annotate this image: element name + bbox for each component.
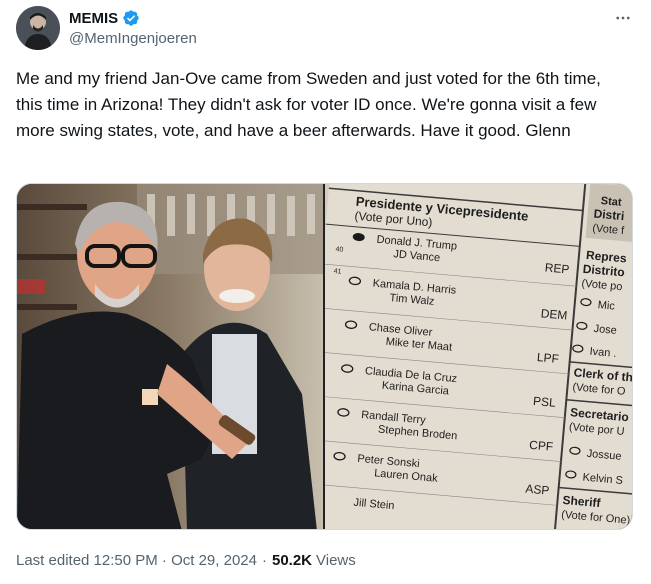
verified-badge-icon (123, 10, 139, 26)
svg-text:Ivan .: Ivan . (589, 346, 617, 360)
svg-text:Mic: Mic (597, 299, 616, 312)
svg-text:LPF: LPF (536, 350, 559, 366)
svg-text:DEM: DEM (540, 306, 568, 322)
more-options-button[interactable] (611, 8, 635, 28)
edited-timestamp[interactable]: Last edited 12:50 PM · Oct 29, 2024 (16, 552, 257, 569)
svg-text:Distri: Distri (593, 206, 625, 223)
svg-text:Jose: Jose (593, 323, 617, 337)
svg-text:CPF: CPF (529, 438, 554, 454)
tweet-text: Me and my friend Jan-Ove came from Swede… (16, 69, 601, 140)
footer-separator: · (261, 552, 267, 569)
more-options-icon (616, 16, 630, 20)
avatar[interactable] (16, 6, 60, 50)
photo-ballot[interactable]: Presidente y Vicepresidente (Vote por Un… (325, 184, 632, 529)
svg-text:PSL: PSL (533, 394, 557, 410)
photo-two-men[interactable] (17, 184, 323, 529)
tweet-media[interactable]: Presidente y Vicepresidente (Vote por Un… (16, 183, 633, 530)
svg-text:REP: REP (544, 260, 570, 276)
tweet-footer: Last edited 12:50 PM · Oct 29, 2024 · 50… (16, 552, 356, 569)
name-row: MEMIS (69, 9, 197, 27)
views-count: 50.2K (271, 552, 313, 569)
svg-text:ASP: ASP (525, 482, 550, 498)
handle[interactable]: @MemIngenjoeren (69, 30, 197, 47)
display-name[interactable]: MEMIS (69, 10, 118, 27)
views-label: Views (316, 552, 356, 569)
author-names: MEMIS @MemIngenjoeren (69, 9, 197, 48)
svg-text:40: 40 (335, 246, 343, 254)
tweet: MEMIS @MemIngenjoeren Me and my friend J… (0, 0, 651, 584)
svg-text:41: 41 (333, 268, 341, 276)
tweet-header: MEMIS @MemIngenjoeren (16, 6, 635, 52)
